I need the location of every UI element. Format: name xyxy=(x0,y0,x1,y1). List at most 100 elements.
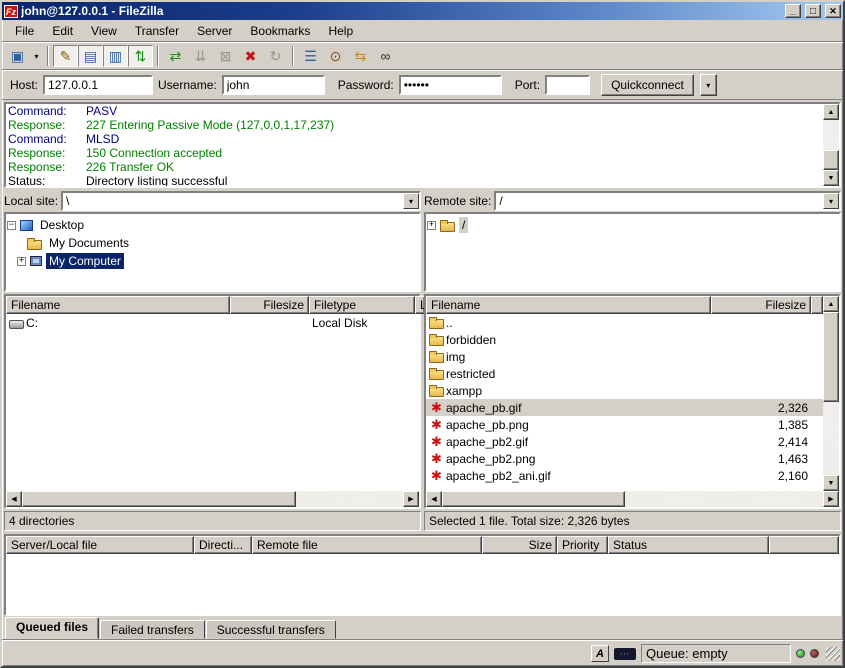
toggle-message-log-icon[interactable]: ✎ xyxy=(53,45,78,67)
scroll-track[interactable] xyxy=(442,491,823,507)
remote-horizontal-scrollbar[interactable]: ◀ ▶ xyxy=(426,491,839,507)
log-scrollbar[interactable]: ▲ ▼ xyxy=(823,104,839,186)
directory-filters-icon[interactable]: ☰ xyxy=(298,45,323,67)
username-input[interactable] xyxy=(222,75,325,95)
menu-edit[interactable]: Edit xyxy=(43,21,82,41)
image-file-icon: ✱ xyxy=(429,452,444,465)
minimize-button[interactable]: _ xyxy=(785,4,801,18)
menu-view[interactable]: View xyxy=(82,21,126,41)
reconnect-icon[interactable]: ↻ xyxy=(263,45,288,67)
scroll-up-icon[interactable]: ▲ xyxy=(823,296,839,312)
local-horizontal-scrollbar[interactable]: ◀ ▶ xyxy=(6,491,419,507)
column-header-priority[interactable]: Priority xyxy=(557,536,608,554)
scroll-left-icon[interactable]: ◀ xyxy=(6,491,22,507)
resize-grip[interactable] xyxy=(826,647,840,661)
tree-item-desktop[interactable]: − Desktop xyxy=(7,216,418,234)
scroll-thumb[interactable] xyxy=(22,491,296,507)
password-label: Password: xyxy=(338,78,394,92)
quickconnect-dropdown-icon[interactable]: ▾ xyxy=(700,74,717,96)
column-header-filetype[interactable]: Filetype xyxy=(309,296,415,314)
remote-site-combobox[interactable]: / ▾ xyxy=(494,191,841,211)
local-site-label: Local site: xyxy=(4,194,58,208)
scroll-right-icon[interactable]: ▶ xyxy=(403,491,419,507)
queue-body[interactable] xyxy=(6,554,839,614)
toggle-transfer-queue-icon[interactable]: ⇅ xyxy=(128,45,153,67)
remote-vertical-scrollbar[interactable]: ▲ ▼ xyxy=(823,296,839,491)
tab-successful-transfers[interactable]: Successful transfers xyxy=(206,620,336,639)
remote-file-row[interactable]: ✱apache_pb2.gif 2,414 xyxy=(426,433,823,450)
scroll-down-icon[interactable]: ▼ xyxy=(823,170,839,186)
scroll-thumb[interactable] xyxy=(823,150,839,170)
tab-queued-files[interactable]: Queued files xyxy=(5,617,99,639)
tree-item-my-computer[interactable]: + My Computer xyxy=(7,252,418,270)
quickconnect-button[interactable]: Quickconnect xyxy=(601,74,694,96)
remote-file-row[interactable]: restricted xyxy=(426,365,823,382)
scroll-down-icon[interactable]: ▼ xyxy=(823,475,839,491)
scroll-thumb[interactable] xyxy=(442,491,625,507)
site-manager-icon[interactable]: ▣ xyxy=(5,45,30,67)
tab-failed-transfers[interactable]: Failed transfers xyxy=(100,620,205,639)
maximize-button[interactable]: □ xyxy=(805,4,821,18)
tree-item-root[interactable]: + / xyxy=(427,216,838,234)
transfer-queue: Server/Local file Directi... Remote file… xyxy=(2,532,843,616)
collapse-icon[interactable]: − xyxy=(7,221,16,230)
scroll-up-icon[interactable]: ▲ xyxy=(823,104,839,120)
remote-file-row[interactable]: ✱apache_pb2.png 1,463 xyxy=(426,450,823,467)
remote-file-row[interactable]: ✱apache_pb2_ani.gif 2,160 xyxy=(426,467,823,484)
tree-item-my-documents[interactable]: My Documents xyxy=(7,234,418,252)
process-queue-icon[interactable]: ⇊ xyxy=(188,45,213,67)
compare-directories-icon[interactable]: ⊙ xyxy=(323,45,348,67)
close-button[interactable]: ✕ xyxy=(825,4,841,18)
site-manager-dropdown-icon[interactable]: ▾ xyxy=(30,45,43,67)
column-header-filename[interactable]: Filename△ xyxy=(426,296,711,314)
scroll-right-icon[interactable]: ▶ xyxy=(823,491,839,507)
scroll-track[interactable] xyxy=(22,491,403,507)
local-status-text: 4 directories xyxy=(9,514,74,528)
image-file-icon: ✱ xyxy=(429,401,444,414)
remote-file-row[interactable]: ✱apache_pb.png 1,385 xyxy=(426,416,823,433)
local-site-combobox[interactable]: \ ▾ xyxy=(61,191,421,211)
folder-icon xyxy=(429,336,444,346)
remote-file-row[interactable]: img xyxy=(426,348,823,365)
menu-help[interactable]: Help xyxy=(319,21,362,41)
remote-file-row[interactable]: .. xyxy=(426,314,823,331)
cancel-operation-icon[interactable]: ⊠ xyxy=(213,45,238,67)
column-header-filesize[interactable]: Filesize xyxy=(711,296,811,314)
scroll-thumb[interactable] xyxy=(823,312,839,402)
local-list-body: C: Local Disk xyxy=(6,314,419,491)
column-header-direction[interactable]: Directi... xyxy=(194,536,252,554)
synchronized-browsing-icon[interactable]: ⇆ xyxy=(348,45,373,67)
port-input[interactable] xyxy=(545,75,590,95)
menu-file[interactable]: File xyxy=(6,21,43,41)
column-header-size[interactable]: Size xyxy=(482,536,557,554)
remote-file-row[interactable]: xampp xyxy=(426,382,823,399)
password-input[interactable] xyxy=(399,75,502,95)
column-header-remote-file[interactable]: Remote file xyxy=(252,536,482,554)
expand-icon[interactable]: + xyxy=(17,257,26,266)
expand-icon[interactable]: + xyxy=(427,221,436,230)
scroll-left-icon[interactable]: ◀ xyxy=(426,491,442,507)
disconnect-icon[interactable]: ✖ xyxy=(238,45,263,67)
column-header-filename[interactable]: Filename△ xyxy=(6,296,230,314)
remote-file-row[interactable]: forbidden xyxy=(426,331,823,348)
chevron-down-icon[interactable]: ▾ xyxy=(823,193,839,209)
scroll-track[interactable] xyxy=(823,120,839,170)
transfer-type-ascii-icon[interactable]: A xyxy=(591,645,609,662)
file-name: restricted xyxy=(446,367,495,381)
remote-file-row-selected[interactable]: ✱apache_pb.gif 2,326 xyxy=(426,399,823,416)
toggle-local-tree-icon[interactable]: ▤ xyxy=(78,45,103,67)
chevron-down-icon[interactable]: ▾ xyxy=(403,193,419,209)
scroll-track[interactable] xyxy=(823,312,839,475)
menu-bookmarks[interactable]: Bookmarks xyxy=(241,21,319,41)
menu-transfer[interactable]: Transfer xyxy=(126,21,188,41)
menu-server[interactable]: Server xyxy=(188,21,241,41)
column-header-status[interactable]: Status xyxy=(608,536,769,554)
refresh-icon[interactable]: ⇄ xyxy=(163,45,188,67)
image-file-icon: ✱ xyxy=(429,469,444,482)
find-files-icon[interactable]: ∞ xyxy=(373,45,398,67)
local-file-row[interactable]: C: Local Disk xyxy=(6,314,419,331)
host-input[interactable] xyxy=(43,75,153,95)
column-header-filesize[interactable]: Filesize xyxy=(230,296,309,314)
column-header-server-local-file[interactable]: Server/Local file xyxy=(6,536,194,554)
toggle-remote-tree-icon[interactable]: ▥ xyxy=(103,45,128,67)
